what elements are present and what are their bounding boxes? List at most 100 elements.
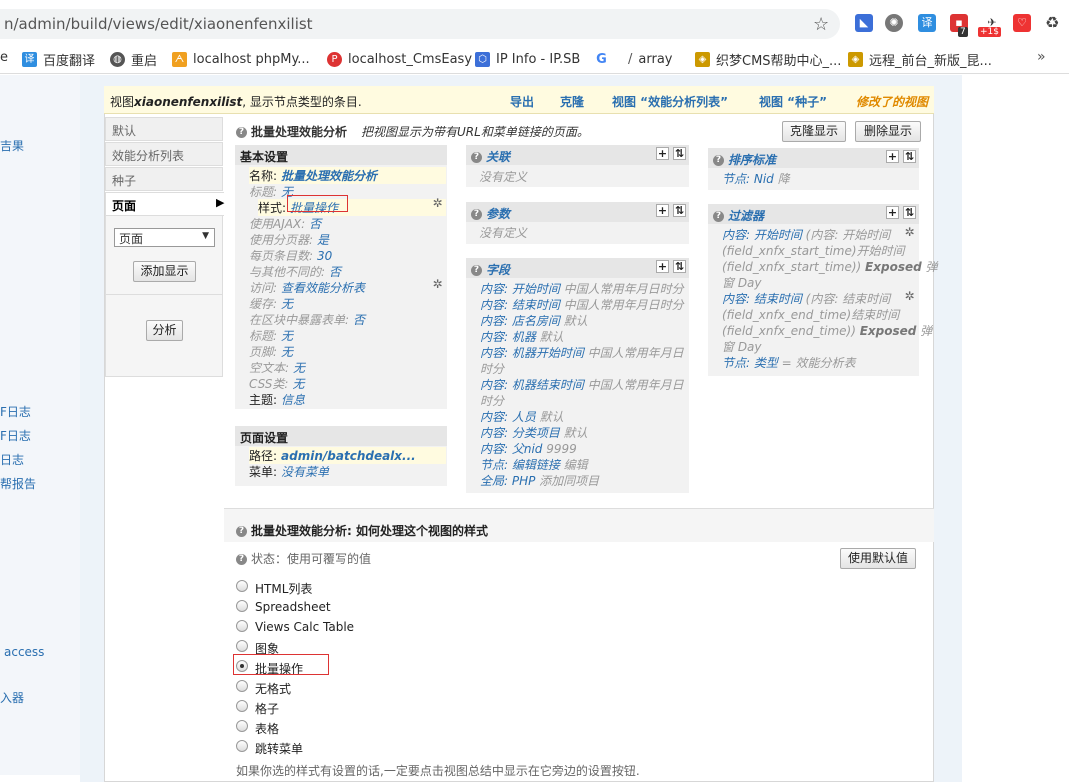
page-setting-row[interactable]: 路径: admin/batchdealx...	[249, 447, 446, 464]
url-field[interactable]: n/admin/build/views/edit/xiaonenfenxilis…	[0, 9, 840, 39]
basic-setting-row[interactable]: 名称: 批量处理效能分析	[249, 167, 446, 184]
rearrange-icon[interactable]: ⇅	[903, 206, 916, 219]
basic-setting-row[interactable]: 使用分页器: 是	[249, 231, 329, 248]
add-icon[interactable]: +	[656, 204, 669, 217]
bookmark-restart[interactable]: ◍ 重启	[110, 50, 157, 69]
setting-value[interactable]: 无	[292, 377, 304, 391]
left-link[interactable]: F日志	[0, 427, 31, 444]
extension-icon-3[interactable]: ♡	[1013, 14, 1031, 32]
bookmark-ipinfo[interactable]: ⬡ IP Info - IP.SB	[475, 50, 580, 68]
setting-value[interactable]: admin/batchdealx...	[281, 449, 416, 463]
tab-page[interactable]: 页面 ▶	[105, 192, 224, 216]
view-efficiency-list-link[interactable]: 视图 “效能分析列表”	[612, 93, 728, 110]
left-link[interactable]: access	[4, 645, 44, 659]
style-radio[interactable]	[236, 640, 248, 652]
filter-row[interactable]: (field_xnfx_start_time)) Exposed 弹	[722, 258, 938, 275]
style-option-label[interactable]: 格子	[255, 700, 279, 717]
style-option-label[interactable]: 表格	[255, 720, 279, 737]
rearrange-icon[interactable]: ⇅	[673, 260, 686, 273]
basic-setting-row[interactable]: 使用AJAX: 否	[249, 215, 321, 232]
rearrange-icon[interactable]: ⇅	[673, 147, 686, 160]
style-option-label[interactable]: 无格式	[255, 680, 291, 697]
style-radio[interactable]	[236, 700, 248, 712]
field-row[interactable]: 时分	[480, 360, 504, 377]
field-row[interactable]: 节点: 编辑链接 编辑	[480, 456, 588, 473]
basic-setting-row[interactable]: 主题: 信息	[249, 391, 305, 408]
left-link[interactable]: 吉果	[0, 137, 24, 154]
settings-gear-icon[interactable]: ✲	[431, 278, 444, 291]
setting-value[interactable]: 信息	[281, 393, 305, 407]
rearrange-icon[interactable]: ⇅	[673, 204, 686, 217]
setting-value[interactable]: 否	[353, 313, 365, 327]
filter-row[interactable]: 节点: 类型 = 效能分析表	[722, 354, 856, 371]
style-option-label[interactable]: HTML列表	[255, 580, 312, 597]
analyze-button[interactable]: 分析	[146, 320, 183, 341]
use-default-button[interactable]: 使用默认值	[840, 548, 916, 569]
setting-value[interactable]: 查看效能分析表	[281, 281, 365, 295]
tab-efficiency-list[interactable]: 效能分析列表	[105, 142, 223, 166]
recycle-icon[interactable]: ♻	[1045, 13, 1059, 32]
filter-row[interactable]: 内容: 结束时间 (内容: 结束时间	[722, 290, 890, 307]
add-display-button[interactable]: 添加显示	[133, 261, 196, 282]
display-type-select[interactable]: 页面 ▼	[114, 228, 215, 247]
basic-setting-row[interactable]: 与其他不同的: 否	[249, 263, 341, 280]
setting-value[interactable]: 否	[329, 265, 341, 279]
bookmark-baidu-fanyi[interactable]: 译百度翻译	[22, 50, 95, 69]
tab-seed[interactable]: 种子	[105, 167, 223, 191]
bookmark-phpmyadmin[interactable]: ᗅ localhost phpMy...	[172, 50, 310, 68]
basic-setting-row[interactable]: CSS类: 无	[249, 375, 304, 392]
filter-row[interactable]: (field_xnfx_end_time)结束时间	[722, 306, 899, 323]
style-radio[interactable]	[236, 580, 248, 592]
style-radio[interactable]	[236, 740, 248, 752]
style-option-label[interactable]: 跳转菜单	[255, 740, 303, 757]
setting-value[interactable]: 30	[317, 249, 332, 263]
left-link[interactable]: 入器	[0, 689, 24, 706]
extension-icon[interactable]: ◣	[855, 14, 873, 32]
style-option-label[interactable]: Spreadsheet	[255, 600, 331, 614]
style-radio[interactable]	[236, 680, 248, 692]
filter-row[interactable]: 窗 Day	[722, 274, 762, 291]
field-row[interactable]: 全局: PHP 添加同项目	[480, 472, 599, 489]
filter-row[interactable]: 窗 Day	[722, 338, 762, 355]
bookmark-remote[interactable]: ◈ 远程_前台_新版_昆...	[848, 50, 992, 69]
basic-setting-row[interactable]: 空文本: 无	[249, 359, 305, 376]
bookmark-array[interactable]: / array	[628, 50, 672, 68]
bookmark-google[interactable]: G	[594, 50, 609, 68]
setting-value[interactable]: 批量处理效能分析	[281, 169, 377, 183]
filter-row[interactable]: (field_xnfx_end_time)) Exposed 弹	[722, 322, 932, 339]
basic-setting-row[interactable]: 在区块中暴露表单: 否	[249, 311, 365, 328]
style-radio[interactable]	[236, 600, 248, 612]
settings-gear-icon[interactable]: ✲	[903, 290, 916, 303]
left-link[interactable]: 帮报告	[0, 475, 36, 492]
clone-display-button[interactable]: 克隆显示	[782, 121, 846, 142]
basic-setting-row[interactable]: 页脚: 无	[249, 343, 293, 360]
setting-value[interactable]: 无	[281, 345, 293, 359]
basic-setting-row[interactable]: 标题: 无	[249, 327, 293, 344]
translate-extension-icon[interactable]: 译	[918, 14, 936, 32]
setting-value[interactable]: 否	[309, 217, 321, 231]
add-icon[interactable]: +	[886, 150, 899, 163]
extension-gear-icon[interactable]: ✺	[885, 14, 903, 32]
export-link[interactable]: 导出	[510, 93, 534, 110]
field-row[interactable]: 内容: 机器 默认	[480, 328, 564, 345]
bookmark-cmseasy[interactable]: Plocalhost_CmsEasy	[327, 50, 472, 68]
settings-gear-icon[interactable]: ✲	[903, 226, 916, 239]
left-link[interactable]: 日志	[0, 451, 24, 468]
field-row[interactable]: 内容: 机器结束时间 中国人常用年月日	[480, 376, 684, 393]
filter-row[interactable]: (field_xnfx_start_time)开始时间	[722, 242, 905, 259]
style-radio[interactable]	[236, 720, 248, 732]
field-row[interactable]: 内容: 店名房间 默认	[480, 312, 588, 329]
page-setting-row[interactable]: 菜单: 没有菜单	[249, 463, 329, 480]
add-icon[interactable]: +	[656, 147, 669, 160]
tab-default[interactable]: 默认	[105, 117, 223, 141]
basic-setting-row[interactable]: 访问: 查看效能分析表	[249, 279, 365, 296]
sort-item[interactable]: 节点: Nid 降	[722, 170, 790, 187]
field-row[interactable]: 内容: 父nid 9999	[480, 440, 577, 457]
setting-value[interactable]: 无	[281, 329, 293, 343]
basic-setting-row[interactable]: 每页条目数: 30	[249, 247, 332, 264]
style-option-label[interactable]: Views Calc Table	[255, 620, 354, 634]
field-row[interactable]: 内容: 机器开始时间 中国人常用年月日	[480, 344, 684, 361]
basic-setting-row[interactable]: 缓存: 无	[249, 295, 293, 312]
add-icon[interactable]: +	[886, 206, 899, 219]
field-row[interactable]: 时分	[480, 392, 504, 409]
